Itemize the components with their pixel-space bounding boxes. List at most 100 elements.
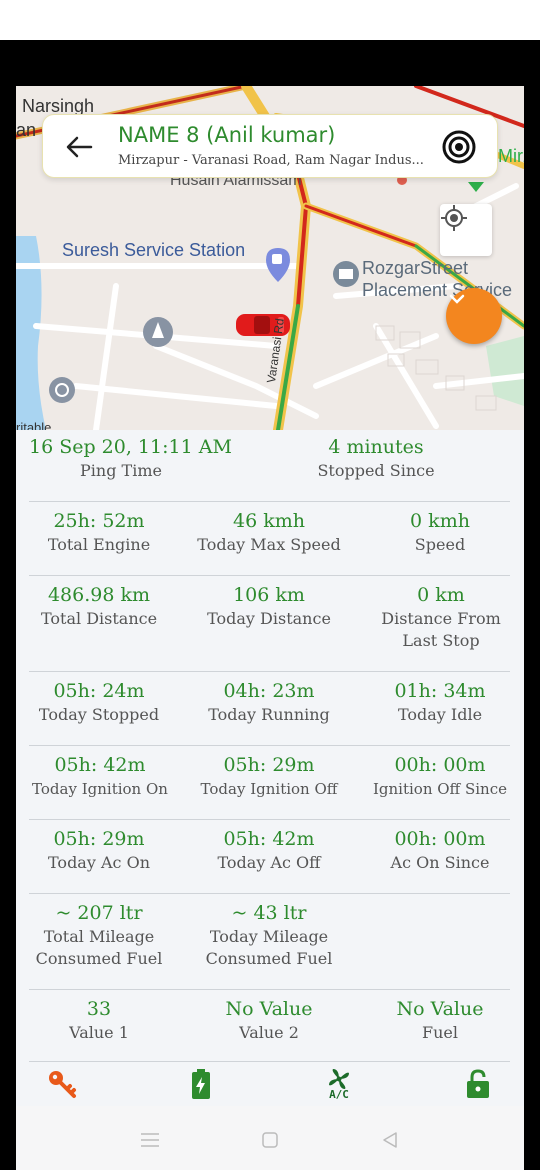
ignition-off-since-label: Ignition Off Since (372, 780, 507, 798)
stats-row-3: 486.98 km Total Distance 106 km Today Di… (29, 584, 510, 672)
stats-row-8: 33 Value 1 No Value Value 2 No Value Fue… (29, 998, 510, 1062)
fuel-label: Fuel (422, 1023, 458, 1042)
today-idle-label: Today Idle (397, 705, 483, 724)
lock-icon[interactable] (462, 1068, 494, 1100)
fuel-value: No Value (396, 998, 484, 1020)
stat-ping-time: 16 Sep 20, 11:11 AM Ping Time (29, 436, 232, 482)
key-icon[interactable] (46, 1068, 78, 1100)
stat-today-ac-off: 05h: 42m Today Ac Off (189, 828, 349, 874)
total-distance-label: Total Distance (40, 609, 158, 628)
ignition-off-label: Today Ignition Off (200, 780, 338, 798)
today-max-speed-label: Today Max Speed (197, 535, 341, 554)
today-distance-label: Today Distance (207, 609, 331, 628)
stat-today-idle: 01h: 34m Today Idle (370, 680, 510, 726)
stat-fuel: No Value Fuel (370, 998, 510, 1044)
app-screen: Narsingh an Husain Alamissam Suresh Serv… (16, 86, 524, 1170)
menu-icon[interactable] (136, 1126, 164, 1154)
ac-on-since-label: Ac On Since (390, 853, 490, 872)
speed-label: Speed (414, 535, 466, 554)
stat-today-max-speed: 46 kmh Today Max Speed (189, 510, 349, 556)
vehicle-action-bar: A/C (16, 1062, 524, 1106)
ac-on-since-value: 00h: 00m (394, 828, 486, 850)
value-1-label: Value 1 (69, 1023, 129, 1042)
vehicle-header-card: NAME 8 (Anil kumar) Mirzapur - Varanasi … (42, 114, 498, 178)
vehicle-stats-panel: 16 Sep 20, 11:11 AM Ping Time 4 minutes … (16, 430, 524, 1062)
system-nav-bar (16, 1106, 524, 1170)
map-view[interactable]: Narsingh an Husain Alamissam Suresh Serv… (16, 86, 524, 430)
stat-value-1: 33 Value 1 (29, 998, 169, 1044)
distance-last-stop-value: 0 km (417, 584, 465, 606)
value-1-value: 33 (86, 998, 112, 1020)
stats-row-5: 05h: 42m Today Ignition On 05h: 29m Toda… (29, 754, 510, 820)
value-2-label: Value 2 (239, 1023, 299, 1042)
total-distance-value: 486.98 km (47, 584, 151, 606)
ac-off-label: Today Ac Off (217, 853, 321, 872)
today-running-label: Today Running (208, 705, 330, 724)
today-idle-value: 01h: 34m (394, 680, 486, 702)
ping-time-label: Ping Time (80, 461, 162, 480)
today-max-speed-value: 46 kmh (233, 510, 305, 532)
track-target-icon[interactable] (441, 129, 477, 165)
ignition-off-since-value: 00h: 00m (394, 754, 486, 776)
ac-label: A/C (329, 1087, 349, 1101)
total-mileage-fuel-label: Total Mileage Consumed Fuel (35, 927, 163, 968)
status-bar-area (0, 0, 540, 40)
map-label-table: ritable (16, 420, 52, 430)
value-2-value: No Value (225, 998, 313, 1020)
ac-on-label: Today Ac On (48, 853, 150, 872)
ac-on-value: 05h: 29m (53, 828, 145, 850)
crosshair-icon (441, 205, 467, 231)
total-engine-label: Total Engine (47, 535, 151, 554)
total-engine-value: 25h: 52m (53, 510, 145, 532)
home-icon[interactable] (256, 1126, 284, 1154)
stats-row-4: 05h: 24m Today Stopped 04h: 23m Today Ru… (29, 680, 510, 746)
stat-total-distance: 486.98 km Total Distance (29, 584, 169, 630)
ignition-off-value: 05h: 29m (223, 754, 315, 776)
stat-distance-last-stop: 0 km Distance From Last Stop (380, 584, 502, 652)
stat-ignition-off-since: 00h: 00m Ignition Off Since (364, 754, 516, 800)
today-mileage-fuel-value: ~ 43 ltr (231, 902, 307, 924)
distance-last-stop-label: Distance From Last Stop (381, 609, 501, 650)
collapse-button[interactable] (446, 288, 502, 344)
stat-stopped-since: 4 minutes Stopped Since (289, 436, 463, 482)
stat-speed: 0 kmh Speed (370, 510, 510, 556)
stat-total-mileage-fuel: ~ 207 ltr Total Mileage Consumed Fuel (29, 902, 169, 970)
map-label-mirzapur: Mirz (498, 146, 524, 166)
map-label-suresh: Suresh Service Station (62, 240, 246, 260)
stat-value-2: No Value Value 2 (189, 998, 349, 1044)
chevron-down-icon (449, 294, 465, 304)
stat-today-ignition-on: 05h: 42m Today Ignition On (23, 754, 177, 800)
today-distance-value: 106 km (233, 584, 305, 606)
stat-today-ac-on: 05h: 29m Today Ac On (29, 828, 169, 874)
stats-row-2: 25h: 52m Total Engine 46 kmh Today Max S… (29, 510, 510, 576)
ping-time-value: 16 Sep 20, 11:11 AM (29, 436, 232, 458)
my-location-button[interactable] (440, 204, 492, 256)
back-icon[interactable] (376, 1126, 404, 1154)
stat-today-running: 04h: 23m Today Running (189, 680, 349, 726)
stopped-since-label: Stopped Since (317, 461, 435, 480)
stats-row-1: 16 Sep 20, 11:11 AM Ping Time 4 minutes … (29, 436, 510, 502)
back-arrow-icon[interactable] (65, 133, 93, 161)
stat-total-engine: 25h: 52m Total Engine (29, 510, 169, 556)
stat-today-mileage-fuel: ~ 43 ltr Today Mileage Consumed Fuel (199, 902, 339, 970)
stats-row-7: ~ 207 ltr Total Mileage Consumed Fuel ~ … (29, 902, 510, 990)
stopped-since-value: 4 minutes (328, 436, 424, 458)
map-label-an: an (16, 120, 37, 140)
ac-off-value: 05h: 42m (223, 828, 315, 850)
ignition-on-value: 05h: 42m (54, 754, 146, 776)
stat-ac-on-since: 00h: 00m Ac On Since (370, 828, 510, 874)
stat-today-stopped: 05h: 24m Today Stopped (29, 680, 169, 726)
total-mileage-fuel-value: ~ 207 ltr (55, 902, 143, 924)
today-running-value: 04h: 23m (223, 680, 315, 702)
today-stopped-value: 05h: 24m (53, 680, 145, 702)
battery-charging-icon[interactable] (185, 1068, 217, 1100)
ac-fan-icon[interactable]: A/C (323, 1068, 355, 1100)
vehicle-name: NAME 8 (Anil kumar) (118, 123, 336, 147)
map-label-rozgar-1: RozgarStreet (362, 258, 469, 278)
stat-today-ignition-off: 05h: 29m Today Ignition Off (187, 754, 351, 800)
ignition-on-label: Today Ignition On (32, 780, 168, 798)
vehicle-address: Mirzapur - Varanasi Road, Ram Nagar Indu… (118, 153, 424, 168)
stats-row-6: 05h: 29m Today Ac On 05h: 42m Today Ac O… (29, 828, 510, 894)
speed-value: 0 kmh (410, 510, 470, 532)
today-mileage-fuel-label: Today Mileage Consumed Fuel (205, 927, 333, 968)
